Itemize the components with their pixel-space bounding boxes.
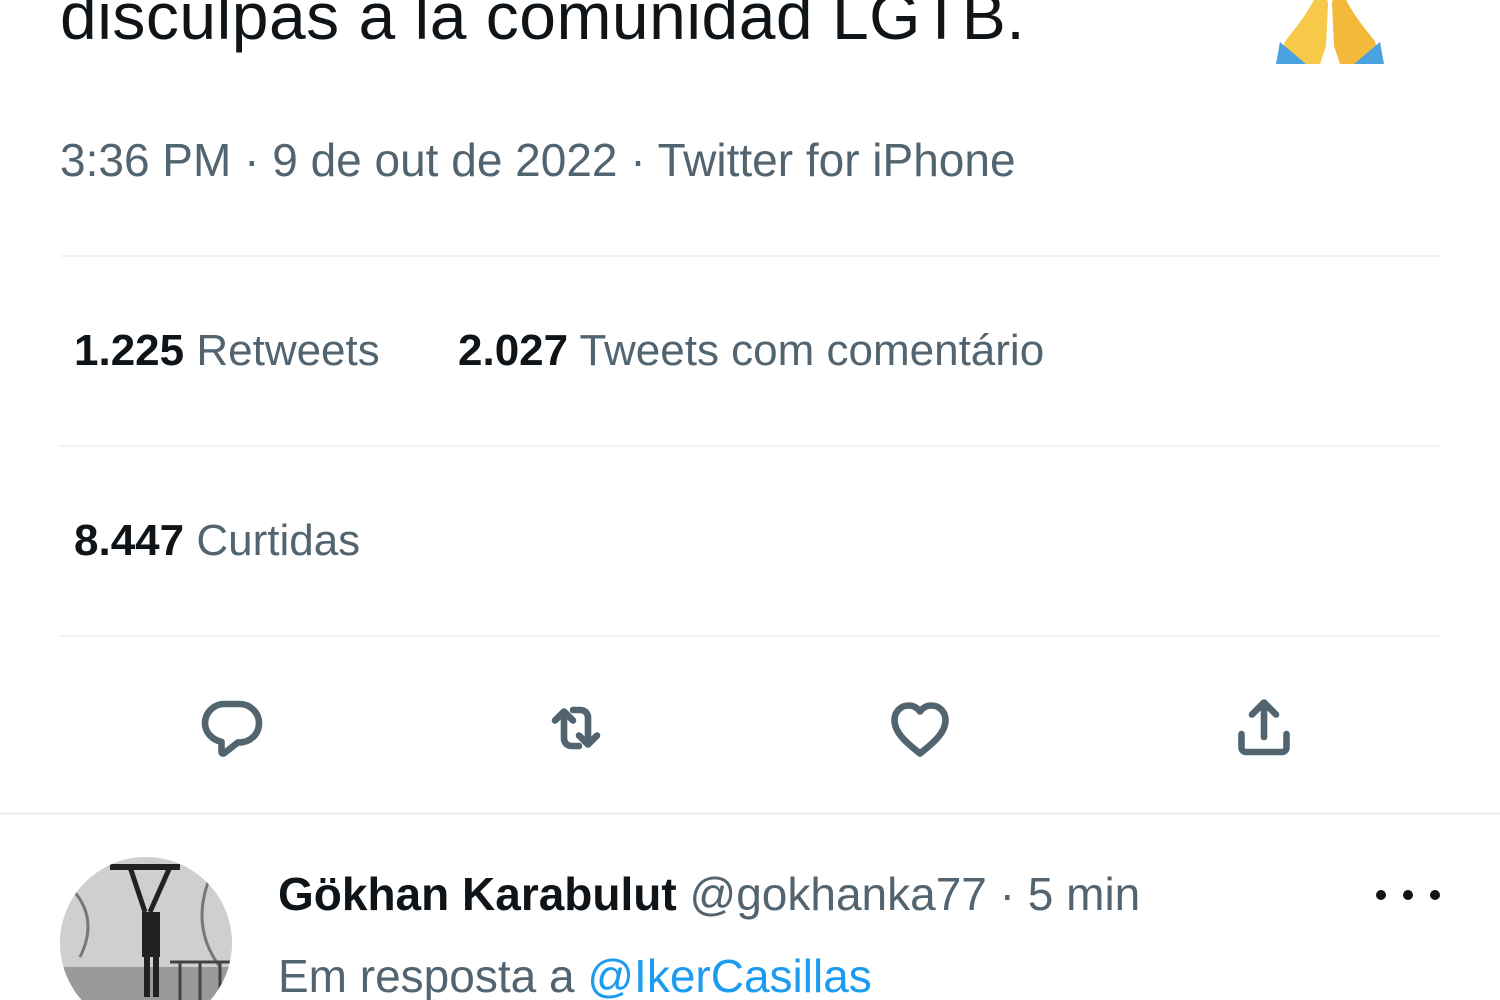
likes-label: Curtidas — [196, 516, 361, 565]
folded-hands-icon — [1276, 0, 1384, 64]
divider — [60, 255, 1440, 257]
tweet-body-text: disculpas a la comunidad LGTB. — [60, 0, 1026, 53]
heart-icon — [891, 702, 949, 757]
quote-tweets-stat[interactable]: 2.027 Tweets com comentário — [458, 326, 1044, 376]
tweet-stats: 1.225 Retweets 2.027 Tweets com comentár… — [74, 326, 1110, 376]
replying-to-mention[interactable]: @IkerCasillas — [587, 950, 871, 1000]
share-button[interactable] — [1224, 688, 1304, 768]
reply-header: Gökhan Karabulut @gokhanka77 · 5 min — [278, 867, 1140, 921]
replying-to: Em resposta a @IkerCasillas — [278, 949, 872, 1000]
retweets-label: Retweets — [196, 326, 380, 375]
tweet-meta: 3:36 PM · 9 de out de 2022 · Twitter for… — [60, 134, 1016, 186]
more-horizontal-icon — [1403, 890, 1413, 900]
likes-stat[interactable]: 8.447 Curtidas — [74, 516, 360, 566]
retweet-button[interactable] — [536, 688, 616, 768]
avatar[interactable] — [60, 857, 232, 1000]
more-horizontal-icon — [1376, 890, 1386, 900]
avatar-image — [60, 857, 232, 1000]
retweet-icon — [551, 706, 601, 750]
more-horizontal-icon — [1430, 890, 1440, 900]
quote-tweets-count: 2.027 — [458, 326, 569, 375]
tweet-action-bar — [0, 688, 1500, 768]
quote-tweets-label: Tweets com comentário — [579, 326, 1045, 375]
retweets-stat[interactable]: 1.225 Retweets — [74, 326, 380, 376]
likes-count: 8.447 — [74, 516, 185, 565]
reply-separator: · — [999, 868, 1015, 920]
meta-separator: · — [244, 134, 260, 186]
tweet-date[interactable]: 9 de out de 2022 — [272, 134, 617, 186]
tweet-source[interactable]: Twitter for iPhone — [658, 134, 1016, 186]
reply-author-name[interactable]: Gökhan Karabulut — [278, 868, 677, 920]
reply-button[interactable] — [192, 688, 272, 768]
replying-to-label: Em resposta a — [278, 950, 575, 1000]
like-button[interactable] — [880, 688, 960, 768]
reply-author-handle[interactable]: @gokhanka77 — [690, 868, 987, 920]
meta-separator: · — [630, 134, 646, 186]
more-options-button[interactable] — [1376, 875, 1440, 915]
divider — [60, 635, 1440, 637]
tweet-time[interactable]: 3:36 PM — [60, 134, 231, 186]
retweets-count: 1.225 — [74, 326, 185, 375]
reply-time[interactable]: 5 min — [1028, 868, 1140, 920]
divider — [60, 445, 1440, 447]
reply-tweet[interactable]: Gökhan Karabulut @gokhanka77 · 5 min Em … — [0, 812, 1500, 1000]
tweet-detail-page: disculpas a la comunidad LGTB. 3:36 PM ·… — [0, 0, 1500, 1000]
reply-icon — [201, 700, 263, 757]
share-icon — [1238, 699, 1290, 756]
